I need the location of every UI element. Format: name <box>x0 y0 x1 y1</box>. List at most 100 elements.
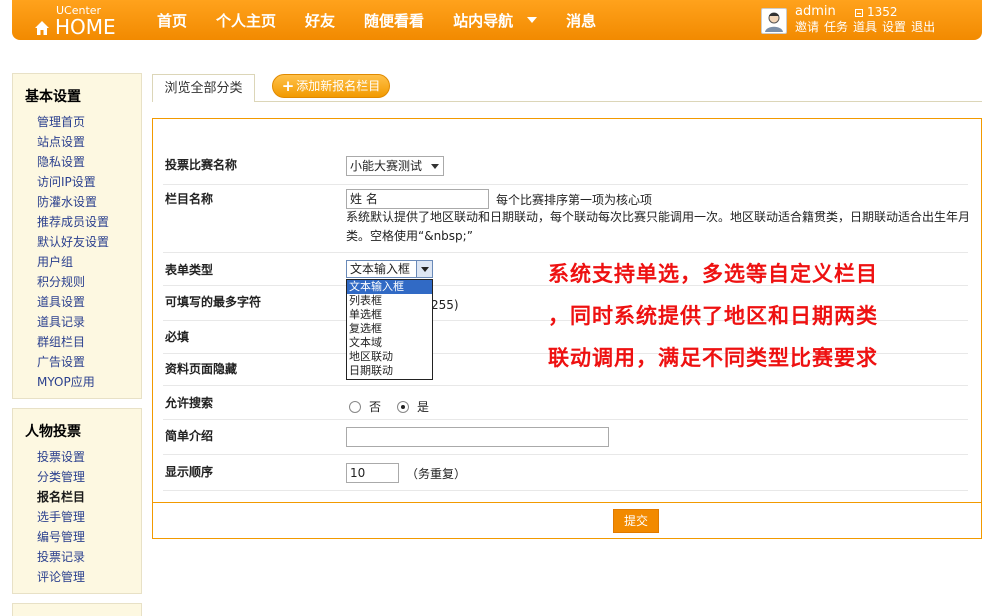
chevron-down-icon[interactable] <box>416 261 432 277</box>
tab-divider <box>152 101 982 102</box>
column-note-core: 每个比赛排序第一项为核心项 <box>496 193 653 207</box>
sidebar-basic-item[interactable]: 广告设置 <box>37 352 141 372</box>
form-type-value: 文本输入框 <box>350 262 411 276</box>
sidebar-basic-item[interactable]: 隐私设置 <box>37 152 141 172</box>
logo[interactable]: UCenter HOME <box>34 4 129 38</box>
user-links: 邀请 任务 道具 设置 退出 <box>795 20 940 34</box>
form-type-option[interactable]: 单选框 <box>347 308 432 322</box>
nav-browse[interactable]: 随便看看 <box>364 10 424 31</box>
coin-balance: 1352 <box>855 6 898 19</box>
search-label: 允许搜索 <box>165 396 214 410</box>
link-logout[interactable]: 退出 <box>911 20 935 34</box>
sidebar-basic-item[interactable]: MYOP应用 <box>37 372 141 392</box>
sidebar-basic-item[interactable]: 积分规则 <box>37 272 141 292</box>
sidebar-vote-item[interactable]: 投票记录 <box>37 547 141 567</box>
sidebar-vote-item[interactable]: 投票设置 <box>37 447 141 467</box>
chevron-down-icon[interactable] <box>527 17 538 23</box>
form-type-option[interactable]: 文本输入框 <box>347 280 432 294</box>
sidebar-basic-item[interactable]: 防灌水设置 <box>37 192 141 212</box>
link-settings[interactable]: 设置 <box>882 20 906 34</box>
sidebar-basic-item[interactable]: 用户组 <box>37 252 141 272</box>
nav-messages[interactable]: 消息 <box>566 10 596 31</box>
sidebar-vote-item[interactable]: 分类管理 <box>37 467 141 487</box>
plus-icon: + <box>281 77 295 95</box>
panel-divider <box>153 502 981 503</box>
sidebar-basic-settings: 基本设置 管理首页 站点设置 隐私设置 访问IP设置 防灌水设置 推荐成员设置 默认好友设置… <box>12 73 142 399</box>
top-header: UCenter HOME 首页 个人主页 好友 随便看看 站内导航 消息 adm… <box>12 0 982 40</box>
avatar[interactable] <box>761 8 787 34</box>
nav-friends[interactable]: 好友 <box>305 10 335 31</box>
sidebar-title-vote: 人物投票 <box>25 424 81 440</box>
form-type-option[interactable]: 文本域 <box>347 336 432 350</box>
username[interactable]: admin <box>795 5 836 19</box>
sidebar-basic-item[interactable]: 站点设置 <box>37 132 141 152</box>
form-type-option[interactable]: 日期联动 <box>347 364 432 378</box>
sidebar-person-vote: 人物投票 投票设置 分类管理 报名栏目 选手管理 编号管理 投票记录 评论管理 <box>12 408 142 594</box>
nav-site-navigation[interactable]: 站内导航 <box>453 10 538 31</box>
sidebar-basic-item[interactable]: 道具记录 <box>37 312 141 332</box>
add-column-label: 添加新报名栏目 <box>296 79 381 93</box>
required-label: 必填 <box>165 330 190 344</box>
contest-label: 投票比赛名称 <box>165 158 238 172</box>
user-avatar-icon <box>765 12 783 32</box>
search-yes-label: 是 <box>417 400 430 414</box>
order-input[interactable]: 10 <box>346 463 399 483</box>
search-yes-radio[interactable] <box>397 400 410 413</box>
form-type-select[interactable]: 文本输入框 <box>346 260 433 278</box>
home-icon <box>35 21 49 35</box>
order-label: 显示顺序 <box>165 465 214 479</box>
overlay-line-3: 联动调用，满足不同类型比赛要求 <box>548 346 878 370</box>
nav-profile[interactable]: 个人主页 <box>216 10 276 31</box>
coin-icon <box>855 8 863 17</box>
search-radio-group: 否 是 <box>349 398 429 415</box>
sidebar-list-vote: 投票设置 分类管理 报名栏目 选手管理 编号管理 投票记录 评论管理 <box>13 443 141 587</box>
sidebar-vote-item[interactable]: 选手管理 <box>37 507 141 527</box>
contest-select[interactable]: 小能大赛测试 <box>346 156 444 176</box>
max-chars-label: 可填写的最多字符 <box>165 295 262 309</box>
link-props[interactable]: 道具 <box>853 20 877 34</box>
order-hint: （务重复） <box>406 467 467 481</box>
sidebar-basic-item[interactable]: 访问IP设置 <box>37 172 141 192</box>
overlay-line-1: 系统支持单选，多选等自定义栏目 <box>548 262 878 286</box>
row-contest: 投票比赛名称 <box>163 147 968 185</box>
form-type-option[interactable]: 地区联动 <box>347 350 432 364</box>
submit-button[interactable]: 提交 <box>613 509 659 533</box>
search-no-radio[interactable] <box>349 400 361 413</box>
tab-browse-all[interactable]: 浏览全部分类 <box>152 74 255 102</box>
row-order: 显示顺序 <box>163 455 968 491</box>
hidden-label: 资料页面隐藏 <box>165 362 238 376</box>
coin-count: 1352 <box>867 5 898 19</box>
sidebar-vote-item[interactable]: 报名栏目 <box>37 487 141 507</box>
max-chars-hint: 255) <box>431 298 459 312</box>
nav-site-navigation-label: 站内导航 <box>453 11 514 30</box>
contest-select-value: 小能大赛测试 <box>350 159 423 173</box>
logo-home: HOME <box>55 15 116 39</box>
intro-input[interactable] <box>346 427 609 447</box>
intro-label: 简单介绍 <box>165 429 214 443</box>
column-name-input[interactable]: 姓 名 <box>346 189 489 209</box>
sidebar-basic-item[interactable]: 道具设置 <box>37 292 141 312</box>
row-search: 允许搜索 <box>163 386 968 420</box>
link-tasks[interactable]: 任务 <box>824 20 848 34</box>
form-type-dropdown: 文本输入框 列表框 单选框 复选框 文本域 地区联动 日期联动 <box>346 279 433 380</box>
sidebar-basic-item[interactable]: 默认好友设置 <box>37 232 141 252</box>
sidebar-vote-item[interactable]: 编号管理 <box>37 527 141 547</box>
link-invite[interactable]: 邀请 <box>795 20 819 34</box>
column-name-label: 栏目名称 <box>165 192 214 206</box>
search-no-label: 否 <box>369 400 382 414</box>
sidebar-title-basic: 基本设置 <box>25 89 81 105</box>
column-note-space: 类。空格使用“&nbsp;” <box>346 229 473 243</box>
overlay-line-2: ，同时系统提供了地区和日期两类 <box>548 304 878 328</box>
add-column-button[interactable]: + 添加新报名栏目 <box>272 74 390 98</box>
sidebar-basic-item[interactable]: 群组栏目 <box>37 332 141 352</box>
form-type-label: 表单类型 <box>165 263 214 277</box>
sidebar-vote-item[interactable]: 评论管理 <box>37 567 141 587</box>
sidebar-list-basic: 管理首页 站点设置 隐私设置 访问IP设置 防灌水设置 推荐成员设置 默认好友设置 用户组 积分… <box>13 108 141 392</box>
nav-home[interactable]: 首页 <box>157 10 187 31</box>
form-type-option[interactable]: 复选框 <box>347 322 432 336</box>
main-nav: 首页 个人主页 好友 随便看看 站内导航 消息 <box>157 0 625 40</box>
sidebar-basic-item[interactable]: 推荐成员设置 <box>37 212 141 232</box>
sidebar-basic-item[interactable]: 管理首页 <box>37 112 141 132</box>
chevron-down-icon <box>431 164 439 169</box>
form-type-option[interactable]: 列表框 <box>347 294 432 308</box>
